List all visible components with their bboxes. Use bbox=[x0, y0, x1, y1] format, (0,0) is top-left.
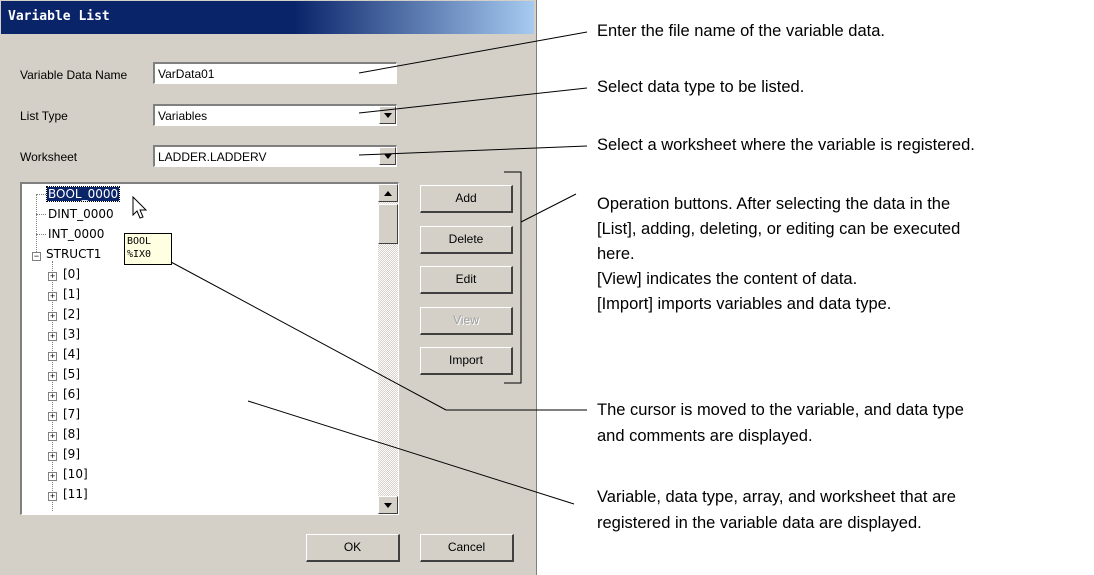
annotation-operation-line: [List], adding, deleting, or editing can… bbox=[597, 220, 961, 238]
annotation-operation-line: Operation buttons. After selecting the d… bbox=[597, 195, 951, 213]
annotation-operation-line: [View] indicates the content of data. bbox=[597, 270, 858, 288]
annotation-variable-line: Variable, data type, array, and workshee… bbox=[597, 488, 956, 506]
annotation-variable-line: registered in the variable data are disp… bbox=[597, 514, 922, 532]
annotation-cursor-line: and comments are displayed. bbox=[597, 427, 813, 445]
annotation-cursor-line: The cursor is moved to the variable, and… bbox=[597, 401, 964, 419]
annotation-file-name: Enter the file name of the variable data… bbox=[597, 22, 886, 40]
annotation-operation-line: [Import] imports variables and data type… bbox=[597, 295, 892, 313]
annotation-data-type: Select data type to be listed. bbox=[597, 78, 805, 96]
annotation-operation-line: here. bbox=[597, 245, 635, 263]
annotation-worksheet: Select a worksheet where the variable is… bbox=[597, 136, 975, 154]
